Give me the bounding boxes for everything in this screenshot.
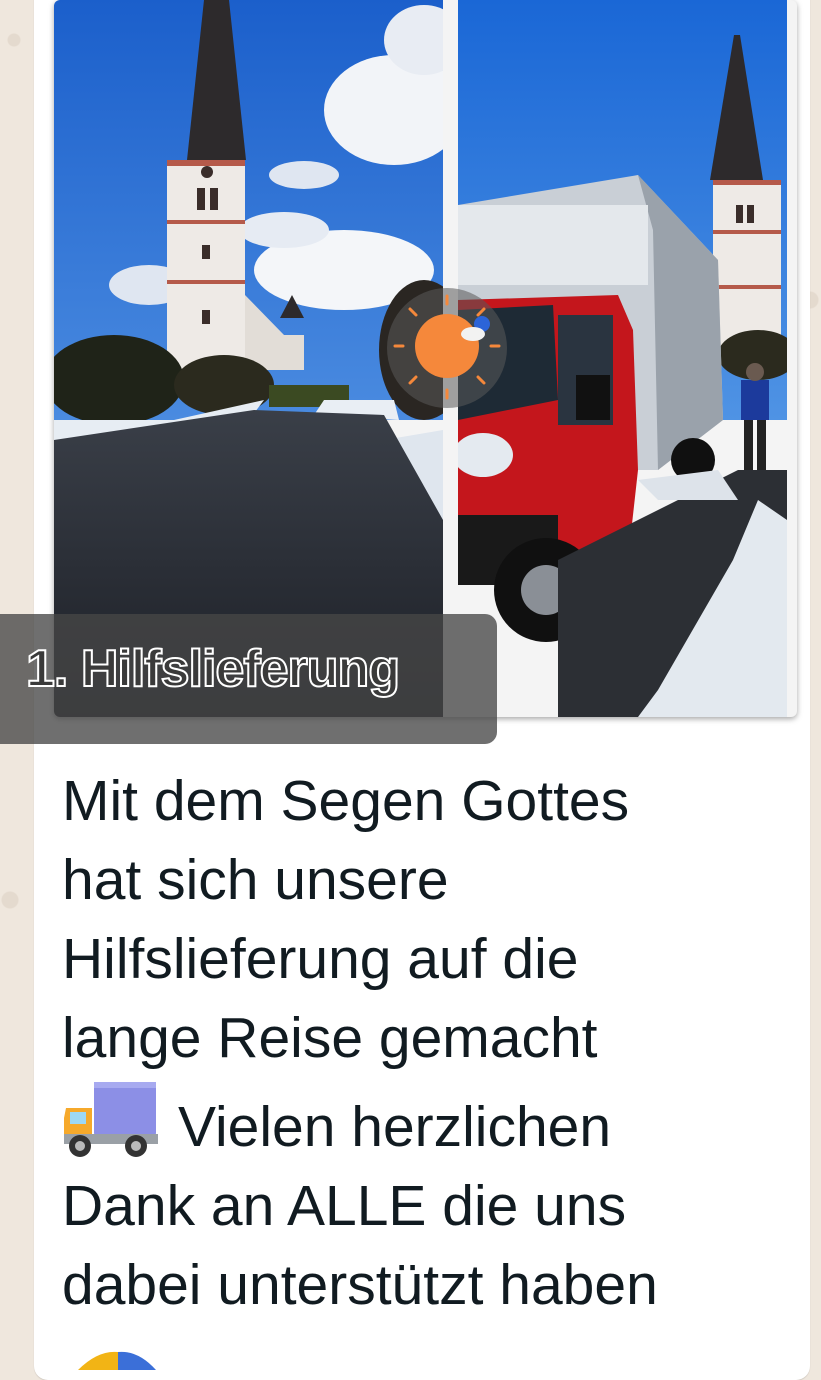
message-text: Mit dem Segen Gottes hat sich unsere Hil… [62, 762, 802, 1325]
message-line: Dank an ALLE die uns [62, 1174, 627, 1238]
message-line: Mit dem Segen Gottes [62, 769, 630, 833]
message-line: dabei unterstützt haben [62, 1253, 658, 1317]
partial-emoji-icon [78, 1351, 156, 1370]
message-line: hat sich unsere [62, 848, 449, 912]
message-line: lange Reise gemacht [62, 1006, 598, 1070]
message-line-with-emoji: Vielen herzlichen [62, 1078, 802, 1167]
sun-sticker-icon [387, 288, 507, 408]
delivery-truck-icon [64, 1082, 158, 1157]
message-line: Hilfslieferung auf die [62, 927, 579, 991]
message-line-text: Vielen herzlichen [178, 1095, 612, 1159]
image-caption: 1. Hilfslieferung [25, 640, 401, 698]
